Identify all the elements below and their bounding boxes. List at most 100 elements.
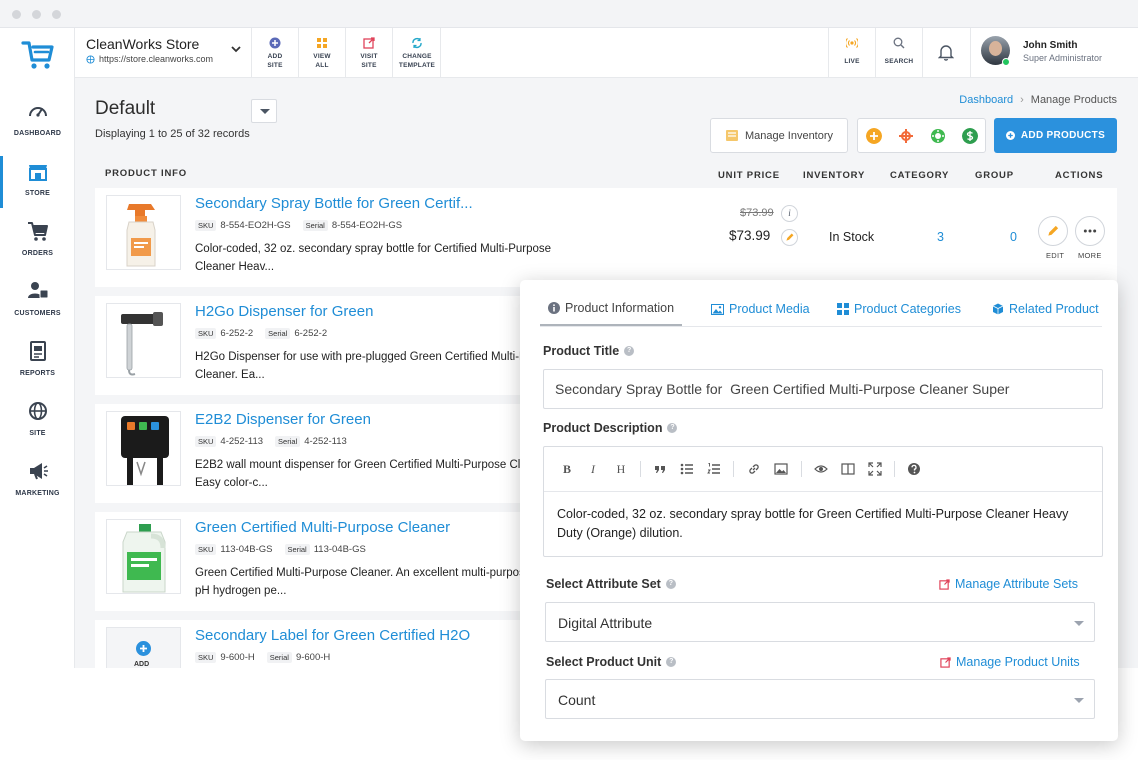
sku-value: 8-554-EO2H-GS <box>220 220 291 231</box>
sidebar-item-store[interactable]: STORE <box>0 156 75 212</box>
product-unit-select[interactable]: Count <box>545 679 1095 719</box>
add-site-button[interactable]: ADD SITE <box>251 28 298 78</box>
sidebar-item-marketing[interactable]: MARKETING <box>0 460 75 512</box>
product-title-link[interactable]: E2B2 Dispenser for Green <box>195 411 371 428</box>
toolbar-separator <box>894 461 895 477</box>
product-title-link[interactable]: Secondary Label for Green Certified H2O <box>195 627 470 644</box>
product-thumbnail[interactable] <box>106 303 181 378</box>
tab-product-media[interactable]: Product Media <box>711 292 810 326</box>
sku-tag: SKU <box>195 220 217 231</box>
info-icon[interactable]: i <box>781 205 798 222</box>
bullet-list-icon[interactable] <box>680 462 694 476</box>
crosshair-icon[interactable] <box>898 128 914 144</box>
view-select-dropdown[interactable] <box>251 99 277 123</box>
live-button[interactable]: LIVE <box>828 28 875 78</box>
store-icon <box>28 165 47 181</box>
product-description: Green Certified Multi-Purpose Cleaner. A… <box>195 567 570 597</box>
column-header-category[interactable]: CATEGORY <box>890 170 949 181</box>
product-thumbnail[interactable] <box>106 411 181 486</box>
plus-circle-icon <box>136 641 151 656</box>
sku-value: 9-600-H <box>220 652 255 663</box>
attribute-set-label-text: Select Attribute Set <box>546 577 661 591</box>
toolbar-separator <box>733 461 734 477</box>
tab-product-categories[interactable]: Product Categories <box>837 292 961 326</box>
link-icon[interactable] <box>747 462 761 476</box>
manage-attribute-sets-link[interactable]: Manage Attribute Sets <box>939 577 1078 591</box>
help-icon[interactable] <box>907 462 921 476</box>
dispenser-image <box>121 312 163 376</box>
info-icon <box>548 302 560 314</box>
search-button[interactable]: SEARCH <box>875 28 922 78</box>
sidebar-item-reports[interactable]: REPORTS <box>0 340 75 392</box>
window-maximize-dot[interactable] <box>52 10 61 19</box>
notifications-button[interactable] <box>922 28 969 78</box>
sidebar-item-dashboard[interactable]: DASHBOARD <box>0 100 75 152</box>
attribute-set-select[interactable]: Digital Attribute <box>545 602 1095 642</box>
view-all-button[interactable]: VIEW ALL <box>298 28 345 78</box>
product-title-link[interactable]: Secondary Spray Bottle for Green Certif.… <box>195 195 473 212</box>
product-thumbnail[interactable] <box>106 195 181 270</box>
heading-icon[interactable]: H <box>614 462 628 476</box>
chevron-down-icon[interactable] <box>230 43 242 55</box>
dollar-icon[interactable] <box>962 128 978 144</box>
product-title-link[interactable]: H2Go Dispenser for Green <box>195 303 373 320</box>
help-icon[interactable]: ? <box>624 346 635 356</box>
help-icon[interactable]: ? <box>667 423 678 433</box>
sidebar-item-orders[interactable]: ORDERS <box>0 220 75 272</box>
quote-icon[interactable] <box>653 462 667 476</box>
product-title-link[interactable]: Green Certified Multi-Purpose Cleaner <box>195 519 450 536</box>
italic-icon[interactable]: I <box>586 462 600 476</box>
page-title: Default <box>95 98 156 119</box>
tab-product-information[interactable]: Product Information <box>540 292 683 326</box>
help-icon[interactable]: ? <box>666 657 677 667</box>
store-name[interactable]: CleanWorks Store <box>86 36 199 52</box>
serial-value: 113-04B-GS <box>313 544 366 555</box>
grid-icon <box>837 303 849 315</box>
category-count-link[interactable]: 3 <box>937 230 944 244</box>
sku-tag: SKU <box>195 436 217 447</box>
serial-tag: Serial <box>275 436 301 447</box>
edit-label: EDIT <box>1046 251 1065 260</box>
column-header-inventory[interactable]: INVENTORY <box>803 170 865 181</box>
sidebar-item-customers[interactable]: CUSTOMERS <box>0 280 75 332</box>
column-header-product-info: PRODUCT INFO <box>105 168 187 179</box>
tab-related-product[interactable]: Related Product <box>992 292 1099 326</box>
product-thumbnail[interactable] <box>106 519 181 594</box>
breadcrumb-dashboard-link[interactable]: Dashboard <box>959 94 1013 106</box>
eye-icon[interactable] <box>814 462 828 476</box>
edit-button[interactable] <box>1038 216 1068 246</box>
manage-product-units-link[interactable]: Manage Product Units <box>940 655 1080 669</box>
add-circle-icon[interactable] <box>866 128 882 144</box>
column-header-unit-price[interactable]: UNIT PRICE <box>718 170 780 181</box>
plus-circle-icon <box>269 37 281 49</box>
product-meta: SKU 8-554-EO2H-GS Serial 8-554-EO2H-GS <box>195 220 402 231</box>
window-close-dot[interactable] <box>12 10 21 19</box>
pencil-icon[interactable] <box>781 229 798 246</box>
add-products-button[interactable]: ADD PRODUCTS <box>994 118 1117 153</box>
bold-icon[interactable]: B <box>560 462 574 476</box>
cart-logo-icon[interactable] <box>20 36 56 72</box>
image-icon[interactable] <box>774 462 788 476</box>
gear-icon[interactable] <box>930 128 946 144</box>
columns-icon[interactable] <box>841 462 855 476</box>
toolbar-separator <box>801 461 802 477</box>
product-title-input[interactable] <box>543 369 1103 409</box>
tab-label: Product Information <box>565 301 675 315</box>
user-menu[interactable]: John Smith Super Administrator <box>970 28 1138 78</box>
fullscreen-icon[interactable] <box>868 462 882 476</box>
add-image-placeholder[interactable]: ADD <box>106 627 181 668</box>
more-button[interactable] <box>1075 216 1105 246</box>
store-url[interactable]: https://store.cleanworks.com <box>86 54 213 64</box>
help-icon[interactable]: ? <box>665 579 676 589</box>
sidebar-item-site[interactable]: SITE <box>0 400 75 452</box>
change-template-button[interactable]: CHANGE TEMPLATE <box>392 28 440 78</box>
table-row[interactable]: Secondary Spray Bottle for Green Certif.… <box>95 188 1117 287</box>
editor-content[interactable]: Color-coded, 32 oz. secondary spray bott… <box>557 505 1077 543</box>
plus-circle-icon <box>1005 131 1015 140</box>
visit-site-button[interactable]: VISIT SITE <box>345 28 392 78</box>
numbered-list-icon[interactable] <box>707 462 721 476</box>
manage-inventory-button[interactable]: Manage Inventory <box>710 118 848 153</box>
column-header-group[interactable]: GROUP <box>975 170 1014 181</box>
group-count-link[interactable]: 0 <box>1010 230 1017 244</box>
window-minimize-dot[interactable] <box>32 10 41 19</box>
